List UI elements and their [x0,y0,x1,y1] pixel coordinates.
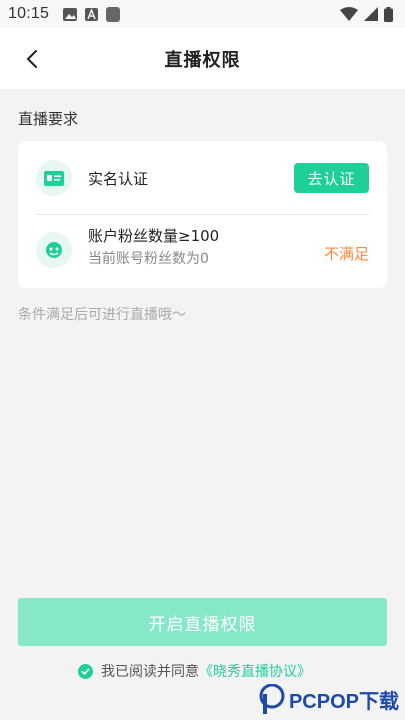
chevron-left-icon [27,50,37,68]
signal-icon [364,7,378,21]
fans-icon [36,232,72,268]
hint-text: 条件满足后可进行直播哦～ [18,307,186,323]
requirements-card: 实名认证 去认证 账户粉丝数量≥100 当前账号粉丝数为0 不满足 [18,141,387,288]
wifi-icon [340,7,358,21]
system-icons [340,6,393,22]
check-circle-icon[interactable] [78,663,93,679]
requirement-label: 实名认证 [88,170,149,188]
watermark-text: PCPOP下载 [288,690,399,713]
section-title: 直播要求 [18,110,79,128]
image-icon [63,7,78,21]
watermark: PCPOP下载 [259,684,399,714]
agreement-prefix: 我已阅读并同意 [101,664,199,680]
start-live-button[interactable]: 开启直播权限 [18,598,387,646]
verify-button[interactable]: 去认证 [294,163,369,193]
back-button[interactable] [18,44,46,74]
status-bar: 10:15 [0,0,405,28]
agreement-link[interactable]: 《晓秀直播协议》 [199,661,311,681]
notification-icons [63,6,121,22]
requirement-fans: 账户粉丝数量≥100 当前账号粉丝数为0 不满足 [18,215,387,288]
status-not-met: 不满足 [323,245,369,263]
font-icon [85,7,99,21]
app-header: 直播权限 [0,28,405,90]
id-card-icon [36,160,72,196]
requirement-real-name: 实名认证 去认证 [18,141,387,214]
agreement-row: 我已阅读并同意 《晓秀直播协议》 [78,661,311,681]
status-time: 10:15 [8,5,50,22]
app-notification-icon [106,6,121,22]
page-title: 直播权限 [164,49,241,71]
requirement-label: 账户粉丝数量≥100 [88,227,220,245]
watermark-logo-icon [259,684,285,714]
requirement-sub: 当前账号粉丝数为0 [88,251,209,267]
battery-icon [384,6,393,22]
